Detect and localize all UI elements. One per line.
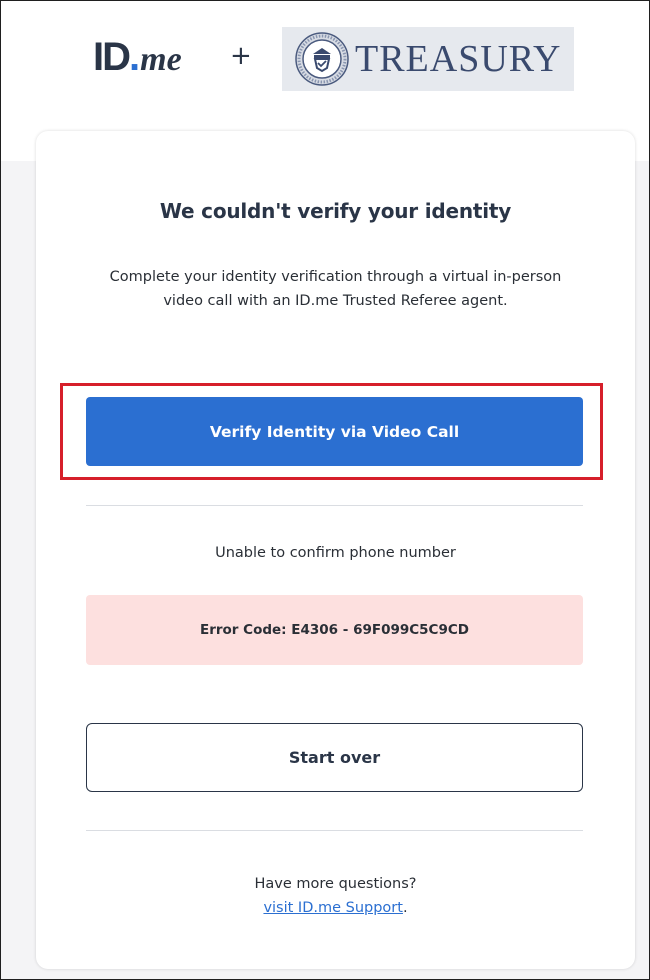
help-section: Have more questions? visit ID.me Support…	[36, 872, 635, 920]
status-message: Unable to confirm phone number	[215, 545, 456, 561]
page-frame: ID. me + TREASURY We couldn't verify your…	[0, 0, 650, 980]
support-suffix: .	[402, 900, 408, 916]
page-title: We couldn't verify your identity	[159, 199, 512, 223]
treasury-seal-icon	[295, 32, 349, 86]
plus-sign: +	[230, 41, 252, 71]
verify-video-call-button[interactable]: Verify Identity via Video Call	[86, 397, 583, 466]
verification-card: We couldn't verify your identity Complet…	[36, 131, 635, 969]
start-over-button[interactable]: Start over	[86, 723, 583, 792]
idme-logo: ID. me	[93, 35, 182, 79]
treasury-logo: TREASURY	[282, 27, 574, 91]
description-text: Complete your identity verification thro…	[109, 269, 562, 309]
help-text: Have more questions?	[254, 876, 417, 892]
error-code-box: Error Code: E4306 - 69F099C5C9CD	[86, 595, 583, 665]
header: ID. me + TREASURY	[1, 1, 649, 119]
divider-bottom	[86, 830, 583, 831]
support-link[interactable]: visit ID.me Support	[263, 900, 403, 916]
treasury-name: TREASURY	[355, 38, 562, 80]
error-code-text: Error Code: E4306 - 69F099C5C9CD	[200, 622, 469, 638]
divider-top	[86, 505, 583, 506]
